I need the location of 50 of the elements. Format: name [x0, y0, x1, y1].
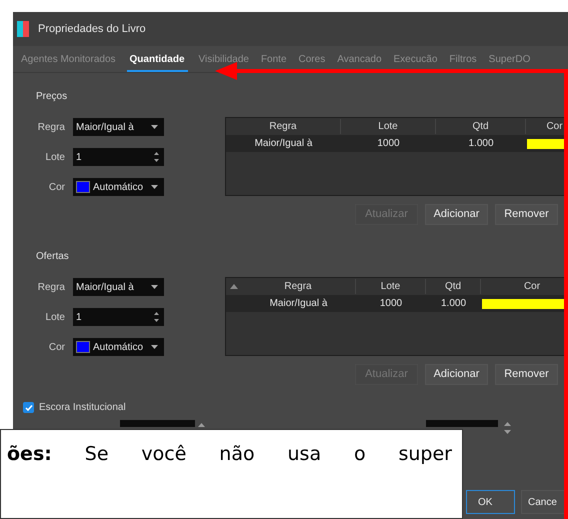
dropdown[interactable]: Maior/Igual à [73, 278, 164, 296]
column-header[interactable]: Qtd [436, 119, 526, 134]
table-cell-text: 1000 [378, 297, 404, 311]
column-header[interactable]: Lote [341, 119, 436, 134]
column-header[interactable]: Lote [356, 279, 426, 294]
table-cell-text: 1000 [376, 137, 401, 151]
input-field[interactable] [120, 420, 195, 427]
column-header[interactable]: Cor [481, 279, 568, 294]
checkbox[interactable] [23, 402, 34, 413]
column-header[interactable]: Regra [226, 119, 341, 134]
spinner-icon[interactable] [503, 420, 512, 436]
field-label: Regra [36, 120, 66, 134]
caret-icon [151, 345, 158, 349]
app-icon [17, 21, 29, 37]
action-button[interactable]: Remover [495, 204, 558, 225]
spinner-icon[interactable] [153, 311, 160, 323]
column-header[interactable]: Cor [526, 119, 568, 134]
color-dropdown[interactable]: Automático [73, 178, 164, 196]
field-label: Lote [44, 310, 66, 324]
caret-icon [151, 125, 158, 129]
column-header[interactable]: Regra [241, 279, 356, 294]
section-title: Ofertas [36, 250, 70, 264]
section-title: Preços [36, 90, 68, 104]
table-cell-text: 1.000 [440, 297, 468, 311]
field-label: Lote [44, 150, 66, 164]
action-button[interactable]: Adicionar [425, 204, 488, 225]
table-cell-text: Maior/Igual à [254, 137, 314, 151]
table-cell-text: Maior/Igual à [268, 297, 328, 311]
action-button[interactable]: Adicionar [425, 364, 488, 385]
field-label: Cor [48, 340, 66, 354]
sort-arrow-icon[interactable] [230, 284, 238, 289]
color-dropdown[interactable]: Automático [73, 338, 164, 356]
spin-field[interactable]: 1 [73, 308, 164, 326]
tab[interactable]: Quantidade [126, 52, 188, 72]
window-title: Propriedades do Livro [38, 22, 146, 37]
action-button[interactable]: Remover [495, 364, 558, 385]
caret-icon [151, 285, 158, 289]
table-cell-text: 1.000 [467, 137, 495, 151]
checkbox-label: Escora Institucional [39, 401, 126, 415]
spinner-up-icon[interactable] [197, 421, 206, 427]
dropdown[interactable]: Maior/Igual à [73, 118, 164, 136]
column-header[interactable]: Qtd [426, 279, 481, 294]
field-label: Cor [48, 180, 66, 194]
caret-icon [151, 185, 158, 189]
field-label: Regra [36, 280, 66, 294]
spinner-icon[interactable] [153, 151, 160, 163]
dialog-button[interactable]: OK [466, 490, 515, 514]
input-field[interactable] [426, 420, 498, 427]
caption-text: ões: Se você não usa o super [7, 442, 452, 466]
spin-field[interactable]: 1 [73, 148, 164, 166]
